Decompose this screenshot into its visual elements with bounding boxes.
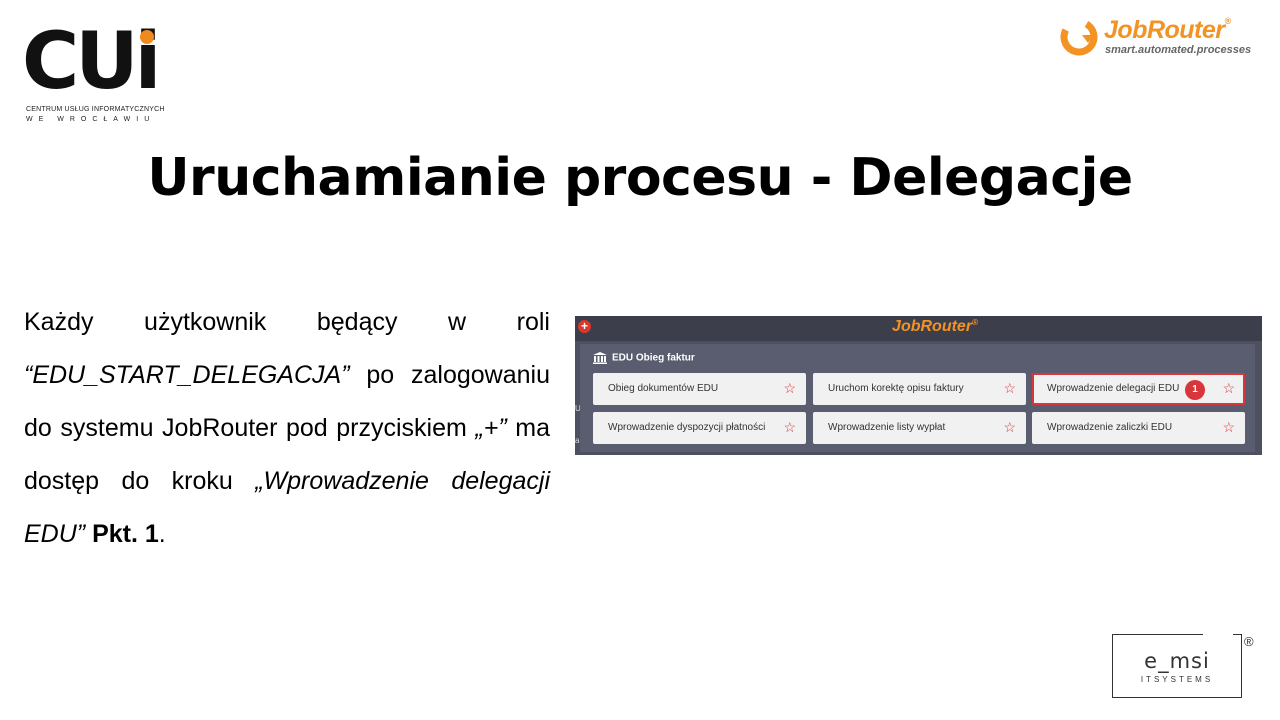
star-icon[interactable]: ☆ <box>1003 380 1016 396</box>
jobrouter-screenshot: JobRouter® + U a EDU Obieg faktur Obieg … <box>575 316 1262 455</box>
screenshot-header: JobRouter® + <box>575 316 1262 341</box>
screenshot-side-text: a <box>575 436 580 445</box>
jobrouter-logo: JobRouter® smart.automated.processes <box>1060 16 1260 60</box>
plus-button[interactable]: + <box>578 320 591 333</box>
process-tile-label: Obieg dokumentów EDU <box>608 383 719 394</box>
role-name: “EDU_START_DELEGACJA” <box>24 361 350 389</box>
process-tile-label: Uruchom korektę opisu faktury <box>828 383 964 394</box>
bank-icon <box>593 352 607 364</box>
process-tile-label: Wprowadzenie delegacji EDU <box>1047 383 1180 394</box>
cui-logo-line2: WE WROCŁAWIU <box>26 116 156 123</box>
process-tile[interactable]: Uruchom korektę opisu faktury ☆ <box>813 373 1026 405</box>
jobrouter-logo-icon <box>1060 18 1098 56</box>
star-icon[interactable]: ☆ <box>783 380 796 396</box>
process-tile[interactable]: Wprowadzenie listy wypłat ☆ <box>813 412 1026 444</box>
slide-title: Uruchamianie procesu - Delegacje <box>147 148 1133 208</box>
body-paragraph: Każdy użytkownik będący w roli “EDU_STAR… <box>24 296 550 561</box>
screenshot-brand: JobRouter® <box>892 318 978 335</box>
jobrouter-logo-tagline: smart.automated.processes <box>1105 44 1252 56</box>
star-icon[interactable]: ☆ <box>1222 380 1235 396</box>
cui-logo-line1: CENTRUM USŁUG INFORMATYCZNYCH <box>26 106 165 113</box>
star-icon[interactable]: ☆ <box>1222 419 1235 435</box>
process-tile-label: Wprowadzenie dyspozycji płatności <box>608 422 766 433</box>
process-group-label: EDU Obieg faktur <box>612 352 695 364</box>
button-name: „+” <box>475 414 507 442</box>
jobrouter-logo-name: JobRouter® <box>1104 16 1231 44</box>
process-tile[interactable]: Wprowadzenie dyspozycji płatności ☆ <box>593 412 806 444</box>
emsi-logo-name: e_msi <box>1144 649 1210 673</box>
body-text-end: . <box>158 520 166 548</box>
step-number-badge: 1 <box>1185 380 1205 400</box>
emsi-logo-sub: ITSYSTEMS <box>1140 675 1214 684</box>
process-tile[interactable]: Wprowadzenie zaliczki EDU ☆ <box>1032 412 1245 444</box>
process-tile[interactable]: Obieg dokumentów EDU ☆ <box>593 373 806 405</box>
star-icon[interactable]: ☆ <box>783 419 796 435</box>
star-icon[interactable]: ☆ <box>1003 419 1016 435</box>
process-tile-label: Wprowadzenie listy wypłat <box>828 422 946 433</box>
emsi-logo: e_msi ITSYSTEMS <box>1112 633 1242 698</box>
registered-mark: ® <box>1244 634 1254 649</box>
point-label: Pkt. 1 <box>92 520 159 548</box>
process-tile-highlighted[interactable]: Wprowadzenie delegacji EDU 1 ☆ <box>1032 373 1245 405</box>
cui-logo: CUi CENTRUM USŁUG INFORMATYCZNYCH WE WRO… <box>22 17 172 126</box>
body-text-1: Każdy użytkownik będący w roli <box>24 308 550 336</box>
process-tile-label: Wprowadzenie zaliczki EDU <box>1047 422 1173 433</box>
cui-logo-dot <box>140 30 154 44</box>
process-group-header: EDU Obieg faktur <box>593 352 695 364</box>
cui-logo-mark: CUi <box>22 17 161 107</box>
